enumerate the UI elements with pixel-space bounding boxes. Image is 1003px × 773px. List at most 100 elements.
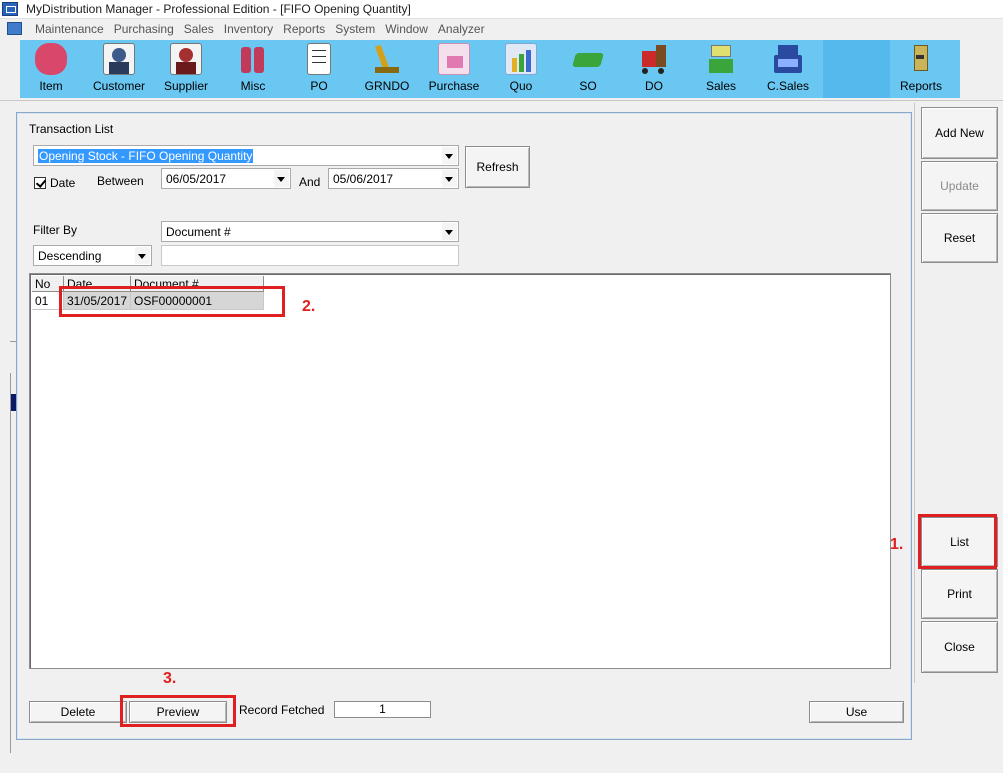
- toolbar-item-button[interactable]: Item: [20, 42, 82, 96]
- reset-button-label: Reset: [943, 231, 976, 245]
- filter-value-input[interactable]: [161, 245, 459, 266]
- toolbar-quo-label: Quo: [509, 79, 533, 93]
- update-button[interactable]: Update: [921, 161, 998, 211]
- so-icon: [572, 43, 604, 75]
- record-fetched-label: Record Fetched: [239, 703, 325, 717]
- menu-bar: Maintenance Purchasing Sales Inventory R…: [0, 19, 1003, 39]
- toolbar-reports-button[interactable]: Reports: [890, 42, 952, 96]
- toolbar-csales-label: C.Sales: [766, 79, 810, 93]
- csales-icon: [772, 43, 804, 75]
- toolbar-csales-button[interactable]: C.Sales: [757, 42, 819, 96]
- step-2-annotation: 2.: [302, 298, 316, 315]
- date-checkbox-label: Date: [50, 176, 76, 190]
- refresh-button[interactable]: Refresh: [465, 146, 530, 188]
- menu-purchasing[interactable]: Purchasing: [109, 22, 179, 36]
- update-button-label: Update: [940, 179, 979, 193]
- add-new-button[interactable]: Add New: [921, 107, 998, 159]
- use-button-label: Use: [845, 705, 868, 719]
- date-from-picker[interactable]: 06/05/2017: [161, 168, 291, 189]
- toolbar-grndo-button[interactable]: GRNDO: [356, 42, 418, 96]
- title-bar: MyDistribution Manager - Professional Ed…: [0, 0, 1003, 19]
- menu-analyzer[interactable]: Analyzer: [433, 22, 490, 36]
- chevron-down-icon[interactable]: [442, 147, 457, 164]
- step-1-annotation: 1.: [890, 536, 904, 553]
- highlight-list-button: [918, 514, 997, 569]
- menu-window[interactable]: Window: [380, 22, 433, 36]
- close-button[interactable]: Close: [921, 621, 998, 673]
- date-from-value: 06/05/2017: [166, 172, 227, 186]
- use-button[interactable]: Use: [809, 701, 904, 723]
- toolbar-sales-button[interactable]: Sales: [690, 42, 752, 96]
- date-to-picker[interactable]: 05/06/2017: [328, 168, 459, 189]
- date-filter-checkbox[interactable]: [34, 177, 46, 189]
- filter-field-select[interactable]: Document #: [161, 221, 459, 242]
- toolbar-so-button[interactable]: SO: [557, 42, 619, 96]
- customer-icon: [103, 43, 135, 75]
- window-title: MyDistribution Manager - Professional Ed…: [26, 2, 411, 16]
- highlight-preview-button: [120, 695, 236, 727]
- toolbar-customer-label: Customer: [92, 79, 145, 93]
- chevron-down-icon[interactable]: [135, 247, 150, 264]
- background-grid-edge: [10, 373, 11, 753]
- app-icon[interactable]: [2, 2, 18, 16]
- toolbar-quo-button[interactable]: Quo: [490, 42, 552, 96]
- misc-icon: [237, 43, 269, 75]
- between-label: Between: [97, 174, 144, 188]
- add-new-button-label: Add New: [935, 126, 984, 140]
- sales-icon: [705, 43, 737, 75]
- action-side-panel: Add New Update Reset List Print Close: [914, 103, 1003, 683]
- toolbar-supplier-label: Supplier: [163, 79, 209, 93]
- toolbar-do-label: DO: [645, 79, 663, 93]
- reports-icon: [905, 43, 937, 75]
- and-label: And: [299, 175, 321, 189]
- toolbar-supplier-button[interactable]: Supplier: [155, 42, 217, 96]
- po-icon: [307, 43, 331, 75]
- toolbar-po-button[interactable]: PO: [288, 42, 350, 96]
- dialog-title: Transaction List: [29, 122, 114, 136]
- menu-maintenance[interactable]: Maintenance: [30, 22, 109, 36]
- menu-reports[interactable]: Reports: [278, 22, 330, 36]
- toolbar-spacer: [823, 40, 890, 98]
- do-icon: [638, 43, 670, 75]
- close-button-label: Close: [944, 640, 975, 654]
- toolbar-so-label: SO: [579, 79, 597, 93]
- sort-order-select[interactable]: Descending: [33, 245, 152, 266]
- filter-by-label: Filter By: [33, 223, 78, 237]
- item-icon: [35, 43, 67, 75]
- refresh-button-label: Refresh: [476, 160, 519, 174]
- menu-sales[interactable]: Sales: [179, 22, 219, 36]
- highlight-grid-row: [59, 286, 285, 317]
- supplier-icon: [170, 43, 202, 75]
- delete-button-label: Delete: [60, 705, 96, 719]
- toolbar-misc-button[interactable]: Misc: [222, 42, 284, 96]
- menu-system[interactable]: System: [330, 22, 380, 36]
- sort-order-value: Descending: [38, 249, 102, 263]
- quo-icon: [505, 43, 537, 75]
- toolbar-item-label: Item: [39, 79, 63, 93]
- record-fetched-value: 1: [334, 701, 431, 718]
- document-window-icon[interactable]: [7, 22, 22, 35]
- toolbar-purchase-label: Purchase: [428, 79, 480, 93]
- chevron-down-icon[interactable]: [442, 223, 457, 240]
- chevron-down-icon[interactable]: [442, 170, 457, 187]
- transaction-list-dialog: Transaction List Opening Stock - FIFO Op…: [16, 112, 912, 740]
- delete-button[interactable]: Delete: [29, 701, 127, 723]
- transaction-grid[interactable]: No Date Document # 01 31/05/2017 OSF0000…: [29, 273, 891, 669]
- toolbar-po-label: PO: [310, 79, 328, 93]
- toolbar-purchase-button[interactable]: Purchase: [423, 42, 485, 96]
- reset-button[interactable]: Reset: [921, 213, 998, 263]
- main-toolbar: Item Customer Supplier Misc PO GRNDO Pur…: [20, 40, 960, 98]
- toolbar-reports-label: Reports: [899, 79, 943, 93]
- toolbar-grndo-label: GRNDO: [364, 79, 410, 93]
- toolbar-do-button[interactable]: DO: [623, 42, 685, 96]
- step-3-annotation: 3.: [163, 670, 177, 687]
- print-button[interactable]: Print: [921, 569, 998, 619]
- date-to-value: 05/06/2017: [333, 172, 394, 186]
- toolbar-customer-button[interactable]: Customer: [88, 42, 150, 96]
- background-form-edge: [0, 103, 16, 773]
- menu-inventory[interactable]: Inventory: [219, 22, 278, 36]
- toolbar-sales-label: Sales: [705, 79, 737, 93]
- chevron-down-icon[interactable]: [274, 170, 289, 187]
- transaction-type-select[interactable]: Opening Stock - FIFO Opening Quantity: [33, 145, 459, 166]
- purchase-icon: [438, 43, 470, 75]
